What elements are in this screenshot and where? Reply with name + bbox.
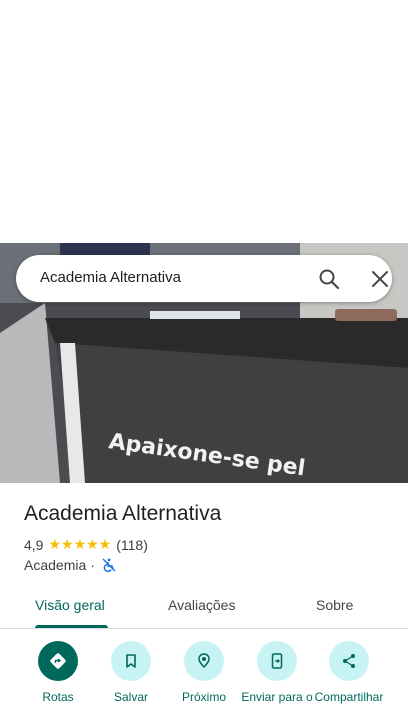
- save-button[interactable]: Salvar: [91, 641, 171, 704]
- rating-value: 4,9: [24, 536, 44, 553]
- place-category: Academia: [24, 557, 87, 573]
- send-to-phone-label: Enviar para o: [241, 690, 313, 704]
- send-to-phone-button[interactable]: Enviar para o: [237, 641, 317, 704]
- separator: ·: [90, 557, 95, 573]
- tab-reviews[interactable]: Avaliações: [168, 597, 235, 613]
- rating-row[interactable]: 4,9 ★★★★★ (118): [24, 536, 148, 553]
- tab-bar: Visão geral Avaliações Sobre: [0, 588, 408, 629]
- place-title: Academia Alternativa: [24, 502, 222, 525]
- directions-label: Rotas: [42, 690, 74, 704]
- place-sheet: Academia Alternativa 4,9 ★★★★★ (118) Aca…: [0, 483, 408, 726]
- review-count: (118): [116, 536, 148, 553]
- directions-button[interactable]: Rotas: [18, 641, 98, 704]
- category-row: Academia ·: [24, 557, 117, 573]
- share-label: Compartilhar: [314, 690, 384, 704]
- nearby-button[interactable]: Próximo: [164, 641, 244, 704]
- search-bar[interactable]: Academia Alternativa: [16, 255, 392, 302]
- share-button[interactable]: Compartilhar: [309, 641, 389, 704]
- action-row: Rotas Salvar Próximo Enviar para o Compa…: [0, 641, 408, 726]
- rating-stars: ★★★★★: [48, 536, 112, 552]
- send-to-phone-icon: [271, 653, 283, 669]
- nearby-label: Próximo: [181, 690, 226, 704]
- search-icon[interactable]: [317, 267, 341, 291]
- bookmark-icon: [126, 654, 136, 668]
- active-tab-indicator: [35, 625, 108, 628]
- save-label: Salvar: [113, 690, 148, 704]
- tab-overview[interactable]: Visão geral: [35, 597, 105, 613]
- search-input[interactable]: Academia Alternativa: [40, 269, 181, 286]
- tab-about[interactable]: Sobre: [316, 597, 353, 613]
- close-icon[interactable]: [368, 267, 392, 291]
- not-wheelchair-accessible-icon: [102, 558, 116, 573]
- nearby-icon: [198, 653, 210, 669]
- directions-icon: [50, 653, 66, 669]
- share-icon: [343, 654, 355, 668]
